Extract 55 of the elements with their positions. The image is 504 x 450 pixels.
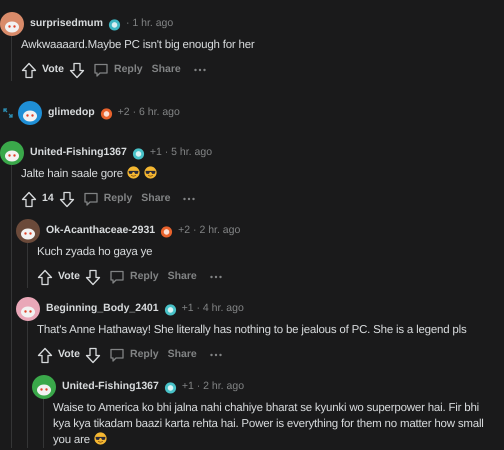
avatar-icon[interactable]: [0, 12, 24, 36]
more-icon[interactable]: [210, 353, 222, 357]
share-button[interactable]: Share: [168, 347, 197, 363]
username[interactable]: glimedop: [48, 105, 95, 121]
vote-score: 14: [42, 191, 54, 206]
share-button[interactable]: Share: [152, 62, 181, 78]
share-button[interactable]: Share: [141, 191, 170, 207]
share-button[interactable]: Share: [168, 269, 197, 285]
avatar-icon[interactable]: [16, 219, 40, 243]
comment-icon: [92, 62, 109, 78]
comment-meta: +2 · 6 hr. ago: [118, 105, 180, 120]
upvote-icon[interactable]: [37, 268, 53, 286]
comment-icon: [108, 269, 125, 285]
username[interactable]: United-Fishing1367: [62, 379, 159, 395]
downvote-icon[interactable]: [58, 190, 75, 208]
username[interactable]: surprisedmum: [30, 16, 103, 32]
expand-icon[interactable]: [3, 108, 13, 118]
comment-meta: · 1 hr. ago: [126, 16, 174, 32]
downvote-icon[interactable]: [84, 346, 101, 364]
reply-button[interactable]: Reply: [108, 347, 159, 363]
username[interactable]: Ok-Acanthaceae-2931: [46, 223, 156, 239]
comment-meta: +1 · 2 hr. ago: [182, 379, 244, 394]
upvote-icon[interactable]: [21, 62, 37, 78]
username[interactable]: United-Fishing1367: [30, 145, 127, 161]
reply-button[interactable]: Reply: [82, 191, 132, 207]
vote-score: Vote: [58, 347, 80, 362]
downvote-icon[interactable]: [68, 62, 85, 78]
comment-text: Kuch zyada ho gaya ye: [37, 245, 154, 260]
avatar-icon[interactable]: [32, 375, 56, 399]
comment-meta: +1 · 4 hr. ago: [182, 301, 244, 316]
comment-icon: [82, 191, 99, 207]
upvote-icon[interactable]: [37, 346, 53, 364]
sunglasses-emoji-icon: [94, 432, 107, 445]
comment-meta: +2 · 2 hr. ago: [178, 223, 240, 238]
comment-text: Waise to America ko bhi jalna nahi chahiye bharat se kyunki wo superpower hai. Fir bhi kya kya tikadam baazi karta rehta hai. Power is everything for them no matter how small you are: [53, 401, 485, 448]
comment-meta: +1 · 5 hr. ago: [150, 145, 212, 160]
avatar-icon[interactable]: [16, 297, 40, 321]
vote-score: Vote: [58, 269, 80, 284]
comment-text: That's Anne Hathaway! She literally has nothing to be jealous of PC. She is a legend pls: [37, 323, 468, 338]
upvote-icon[interactable]: [21, 190, 37, 208]
sunglasses-emoji-icon: [144, 166, 157, 179]
avatar-icon[interactable]: [18, 101, 42, 125]
more-icon[interactable]: [183, 197, 196, 201]
comment-text: Awkwaaaard.Maybe PC isn't big enough for her: [21, 38, 256, 53]
reply-button[interactable]: Reply: [108, 269, 159, 285]
comment-text: Jalte hain saale gore: [21, 166, 502, 182]
more-icon[interactable]: [194, 68, 206, 72]
username[interactable]: Beginning_Body_2401: [46, 301, 159, 317]
reply-button[interactable]: Reply: [92, 62, 143, 78]
downvote-icon[interactable]: [84, 268, 101, 286]
vote-score: Vote: [42, 62, 64, 78]
more-icon[interactable]: [210, 275, 222, 279]
comment-icon: [108, 347, 125, 363]
sunglasses-emoji-icon: [126, 166, 140, 179]
avatar-icon[interactable]: [0, 141, 24, 165]
